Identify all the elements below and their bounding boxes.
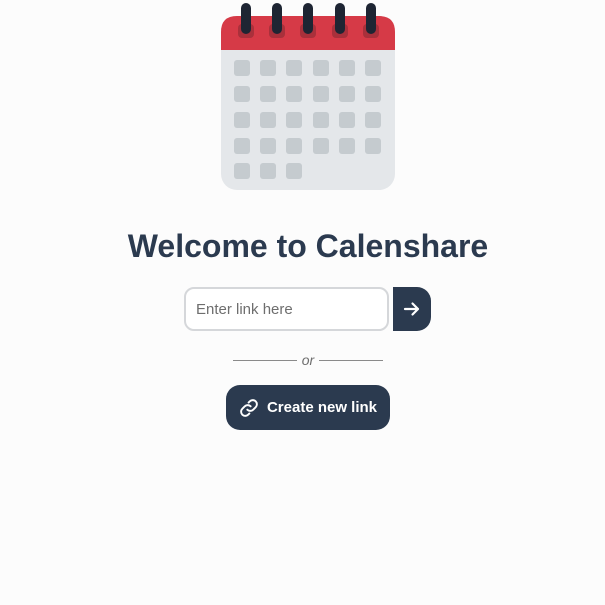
calendar-day-cell: [260, 60, 276, 76]
calendar-day-cell: [234, 60, 250, 76]
divider-line-left: [232, 359, 297, 361]
calendar-day-cell: [260, 86, 276, 102]
calendar-day-cell: [339, 138, 355, 154]
divider-text: or: [301, 352, 315, 368]
calendar-day-cell: [365, 112, 381, 128]
calendar-day-cell: [365, 86, 381, 102]
calendar-day-cell: [234, 86, 250, 102]
calendar-day-cell: [234, 112, 250, 128]
create-new-link-button[interactable]: Create new link: [226, 385, 390, 430]
calendar-day-cell: [286, 86, 302, 102]
calendar-day-cell: [286, 138, 302, 154]
calendar-day-cell: [339, 112, 355, 128]
calendar-day-cell: [313, 60, 329, 76]
link-input[interactable]: [184, 287, 389, 331]
calendar-day-cell: [365, 138, 381, 154]
calendar-day-cell: [339, 86, 355, 102]
calendar-day-cell: [286, 112, 302, 128]
calendar-day-cell: [339, 60, 355, 76]
calendar-day-cell: [260, 163, 276, 179]
go-button[interactable]: [393, 287, 431, 331]
calendar-day-cell: [286, 60, 302, 76]
link-icon: [240, 398, 258, 417]
calendar-day-cell: [234, 163, 250, 179]
welcome-page: Welcome to Calenshare or Create new link: [0, 0, 605, 605]
calendar-day-cell: [365, 60, 381, 76]
calendar-day-cell: [286, 163, 302, 179]
create-new-link-label: Create new link: [266, 399, 378, 416]
or-divider: or: [232, 350, 384, 370]
calendar-day-cell: [313, 112, 329, 128]
calendar-day-cell: [313, 86, 329, 102]
link-form: [184, 287, 431, 331]
divider-line-right: [319, 359, 384, 361]
calendar-day-cell: [260, 112, 276, 128]
calendar-icon: [221, 3, 395, 190]
page-title: Welcome to Calenshare: [127, 228, 489, 264]
calendar-day-cell: [313, 138, 329, 154]
arrow-right-icon: [403, 302, 420, 316]
calendar-day-cell: [234, 138, 250, 154]
calendar-day-cell: [260, 138, 276, 154]
